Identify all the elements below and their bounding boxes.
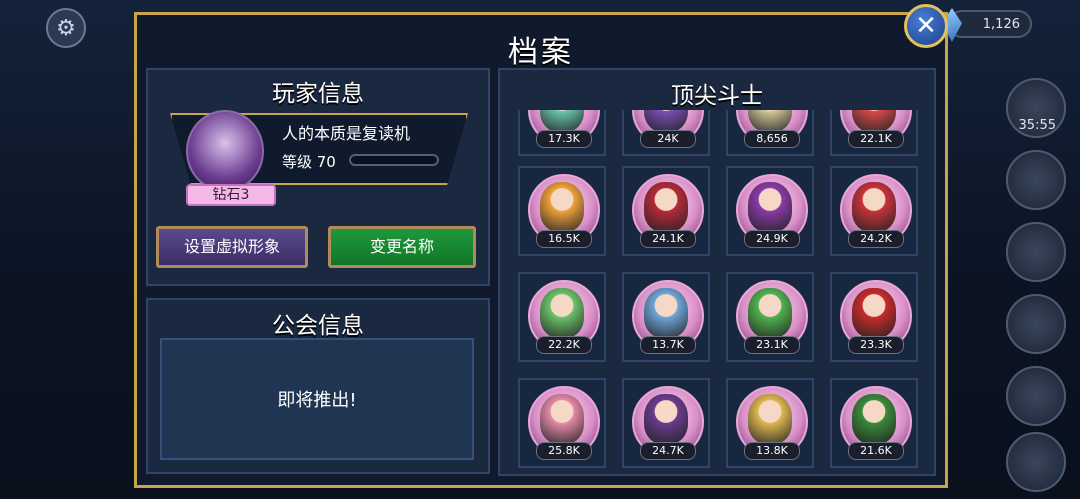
fighter-portrait xyxy=(852,288,896,338)
fighter-portrait xyxy=(748,182,792,232)
fighter-card[interactable]: 22.2K xyxy=(518,272,606,362)
top-fighters-title: 顶尖斗士 xyxy=(671,83,763,109)
fighter-score: 23.1K xyxy=(744,336,800,354)
settings-gear-icon[interactable]: ⚙ xyxy=(46,8,86,48)
fighter-card[interactable]: 13.8K xyxy=(726,378,814,468)
fighter-score: 17.3K xyxy=(536,130,592,148)
fighter-score: 22.1K xyxy=(848,130,904,148)
fighter-card[interactable]: 17.3K xyxy=(518,110,606,156)
fighter-score: 13.7K xyxy=(640,336,696,354)
side-slot-4[interactable] xyxy=(1006,294,1066,354)
fighter-score: 24.9K xyxy=(744,230,800,248)
fighter-card[interactable]: 23.3K xyxy=(830,272,918,362)
player-level: 等级 70 xyxy=(282,153,336,171)
fighter-score: 24.2K xyxy=(848,230,904,248)
gem-count: 1,126 xyxy=(982,16,1020,32)
fighter-portrait xyxy=(540,288,584,338)
side-slot-5[interactable] xyxy=(1006,366,1066,426)
timer: 35:55 xyxy=(1018,118,1056,133)
fighter-score: 21.6K xyxy=(848,442,904,460)
fighter-card[interactable]: 13.7K xyxy=(622,272,710,362)
fighter-score: 16.5K xyxy=(536,230,592,248)
gem-counter: 1,126 xyxy=(942,8,1032,42)
side-slot-2[interactable] xyxy=(1006,150,1066,210)
fighter-card[interactable]: 16.5K xyxy=(518,166,606,256)
fighter-card[interactable]: 23.1K xyxy=(726,272,814,362)
fighter-card[interactable]: 22.1K xyxy=(830,110,918,156)
fighter-portrait xyxy=(852,394,896,444)
side-slot-3[interactable] xyxy=(1006,222,1066,282)
fighter-portrait xyxy=(644,288,688,338)
set-avatar-button[interactable]: 设置虚拟形象 xyxy=(156,226,308,268)
fighter-card[interactable]: 8,656 xyxy=(726,110,814,156)
player-name: 人的本质是复读机 xyxy=(282,124,411,143)
fighter-score: 25.8K xyxy=(536,442,592,460)
dialog-title: 档案 xyxy=(508,35,574,70)
guild-status-box: 即将推出! xyxy=(160,338,474,460)
rename-button[interactable]: 变更名称 xyxy=(328,226,476,268)
close-button[interactable]: ✕ xyxy=(904,4,948,48)
rank-badge: 钻石3 xyxy=(186,184,276,206)
fighter-score: 24.7K xyxy=(640,442,696,460)
fighter-score: 23.3K xyxy=(848,336,904,354)
fighter-card[interactable]: 24K xyxy=(622,110,710,156)
fighter-portrait xyxy=(644,394,688,444)
fighter-card[interactable]: 24.7K xyxy=(622,378,710,468)
fighter-card[interactable]: 25.8K xyxy=(518,378,606,468)
fighter-card[interactable]: 24.2K xyxy=(830,166,918,256)
fighter-card[interactable]: 24.1K xyxy=(622,166,710,256)
player-info-title: 玩家信息 xyxy=(272,81,364,107)
fighters-grid[interactable]: 17.3K 24K 8,656 22.1K 16.5K 24.1K 24.9K 24.2K 22… xyxy=(500,110,932,478)
fighter-card[interactable]: 21.6K xyxy=(830,378,918,468)
guild-status: 即将推出! xyxy=(277,390,357,411)
fighter-portrait xyxy=(748,288,792,338)
close-icon: ✕ xyxy=(915,11,937,41)
fighter-portrait xyxy=(748,394,792,444)
fighter-score: 8,656 xyxy=(744,130,800,148)
side-slot-6[interactable] xyxy=(1006,432,1066,492)
fighter-score: 24.1K xyxy=(640,230,696,248)
fighter-card[interactable]: 24.9K xyxy=(726,166,814,256)
player-avatar[interactable] xyxy=(186,110,264,192)
fighter-score: 24K xyxy=(640,130,696,148)
guild-info-title: 公会信息 xyxy=(272,313,364,339)
fighter-score: 13.8K xyxy=(744,442,800,460)
level-progress-bar xyxy=(349,154,439,166)
fighter-portrait xyxy=(852,182,896,232)
fighter-portrait xyxy=(644,182,688,232)
fighter-score: 22.2K xyxy=(536,336,592,354)
fighter-portrait xyxy=(540,394,584,444)
fighter-portrait xyxy=(540,182,584,232)
